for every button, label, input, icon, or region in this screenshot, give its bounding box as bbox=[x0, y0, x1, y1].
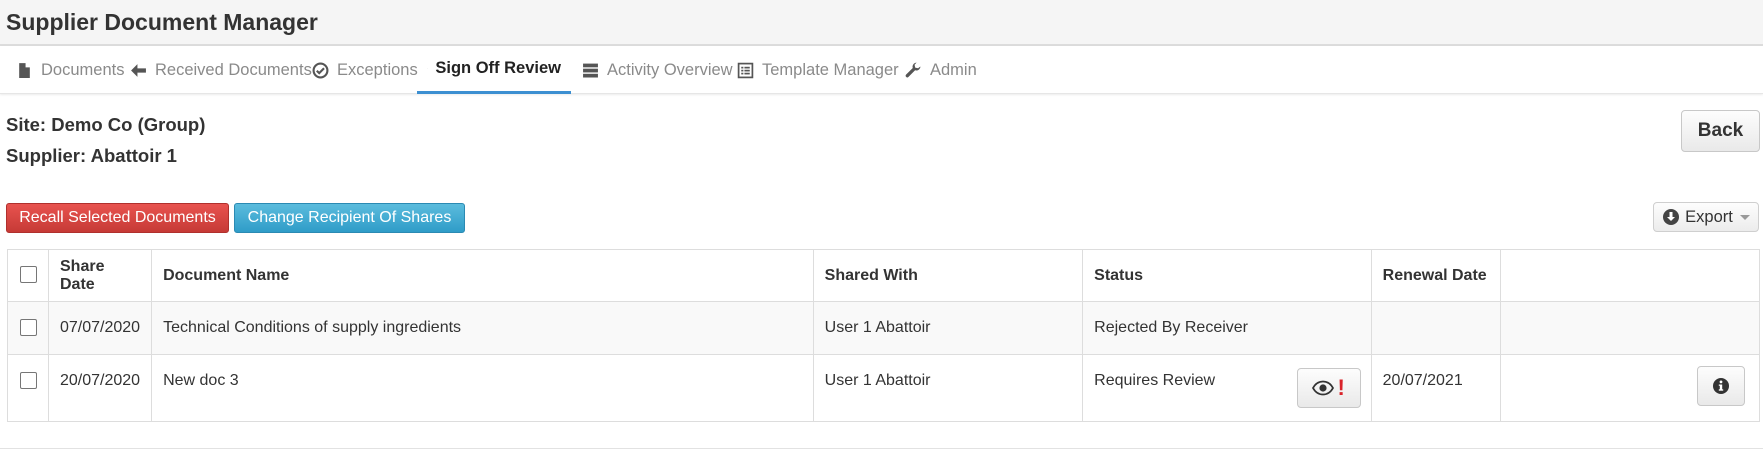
file-icon bbox=[19, 62, 30, 78]
status-text: Requires Review bbox=[1094, 372, 1216, 389]
tab-label: Documents bbox=[41, 60, 125, 79]
cell-renewal-date bbox=[1370, 301, 1501, 355]
tab-label: Received Documents bbox=[155, 60, 312, 79]
cell-status: Rejected By Receiver bbox=[1082, 301, 1372, 355]
row-checkbox[interactable] bbox=[20, 372, 37, 389]
recall-selected-documents-button[interactable]: Recall Selected Documents bbox=[6, 203, 229, 233]
caret-down-icon bbox=[1739, 214, 1750, 220]
cell-share-date: 20/07/2020 bbox=[47, 354, 153, 422]
header-share-date[interactable]: Share Date bbox=[47, 249, 153, 302]
cell-document-name: Technical Conditions of supply ingredien… bbox=[151, 301, 814, 355]
wrench-icon bbox=[905, 62, 921, 77]
cell-renewal-date: 20/07/2021 bbox=[1370, 354, 1501, 422]
main-nav: Documents Received Documents Exceptions … bbox=[0, 46, 1763, 94]
cell-shared-with: User 1 Abattoir bbox=[812, 301, 1084, 355]
header-renewal-date[interactable]: Renewal Date bbox=[1370, 249, 1501, 302]
eye-icon bbox=[1312, 380, 1335, 396]
list-alt-icon bbox=[737, 62, 754, 78]
supplier-label: Supplier: Abattoir 1 bbox=[6, 145, 177, 166]
site-label: Site: Demo Co (Group) bbox=[6, 114, 206, 135]
tab-label: Template Manager bbox=[762, 60, 899, 79]
export-button[interactable]: Export bbox=[1653, 202, 1759, 232]
review-document-button[interactable]: ! bbox=[1296, 368, 1361, 408]
tab-admin[interactable]: Admin bbox=[895, 46, 987, 94]
divider bbox=[0, 448, 1763, 449]
check-circle-icon bbox=[312, 62, 329, 78]
change-recipient-button[interactable]: Change Recipient Of Shares bbox=[234, 203, 465, 233]
tab-activity-overview[interactable]: Activity Overview bbox=[572, 46, 743, 94]
cell-share-date: 07/07/2020 bbox=[47, 301, 153, 355]
header-status[interactable]: Status bbox=[1082, 249, 1372, 302]
tab-documents[interactable]: Documents bbox=[6, 46, 134, 94]
header-shared-with[interactable]: Shared With bbox=[812, 249, 1084, 302]
table-header-row: Share Date Document Name Shared With Sta… bbox=[7, 249, 1761, 302]
table-row: 07/07/2020 Technical Conditions of suppl… bbox=[7, 301, 1761, 355]
app-header: Supplier Document Manager bbox=[0, 0, 1763, 46]
tab-label: Exceptions bbox=[337, 60, 418, 79]
tab-sign-off-review[interactable]: Sign Off Review bbox=[417, 46, 571, 94]
cell-shared-with: User 1 Abattoir bbox=[812, 354, 1084, 422]
row-checkbox[interactable] bbox=[20, 319, 37, 336]
tab-exceptions[interactable]: Exceptions bbox=[302, 46, 428, 94]
arrow-left-icon bbox=[131, 63, 146, 77]
select-all-cell bbox=[7, 249, 49, 302]
back-button[interactable]: Back bbox=[1681, 110, 1760, 152]
document-info-button[interactable] bbox=[1697, 366, 1745, 406]
alert-icon: ! bbox=[1337, 375, 1345, 400]
table-row: 20/07/2020 New doc 3 User 1 Abattoir Req… bbox=[7, 354, 1761, 422]
tab-template-manager[interactable]: Template Manager bbox=[727, 46, 909, 94]
tab-label: Admin bbox=[930, 60, 977, 79]
tab-label: Sign Off Review bbox=[435, 59, 561, 77]
select-all-checkbox[interactable] bbox=[20, 265, 37, 283]
cell-status: Requires Review ! bbox=[1082, 354, 1372, 422]
cell-actions bbox=[1499, 301, 1761, 355]
export-label: Export bbox=[1685, 207, 1733, 226]
app-title: Supplier Document Manager bbox=[6, 9, 318, 35]
download-icon bbox=[1663, 209, 1680, 225]
info-icon bbox=[1713, 378, 1729, 394]
shared-documents-table: Share Date Document Name Shared With Sta… bbox=[7, 249, 1761, 422]
cell-document-name: New doc 3 bbox=[151, 354, 814, 422]
header-actions bbox=[1499, 249, 1761, 302]
row-select-cell bbox=[7, 301, 49, 355]
tab-label: Activity Overview bbox=[607, 60, 733, 79]
header-document-name[interactable]: Document Name bbox=[151, 249, 814, 302]
row-select-cell bbox=[7, 354, 49, 422]
server-icon bbox=[583, 63, 598, 78]
tab-received-documents[interactable]: Received Documents bbox=[120, 46, 322, 94]
